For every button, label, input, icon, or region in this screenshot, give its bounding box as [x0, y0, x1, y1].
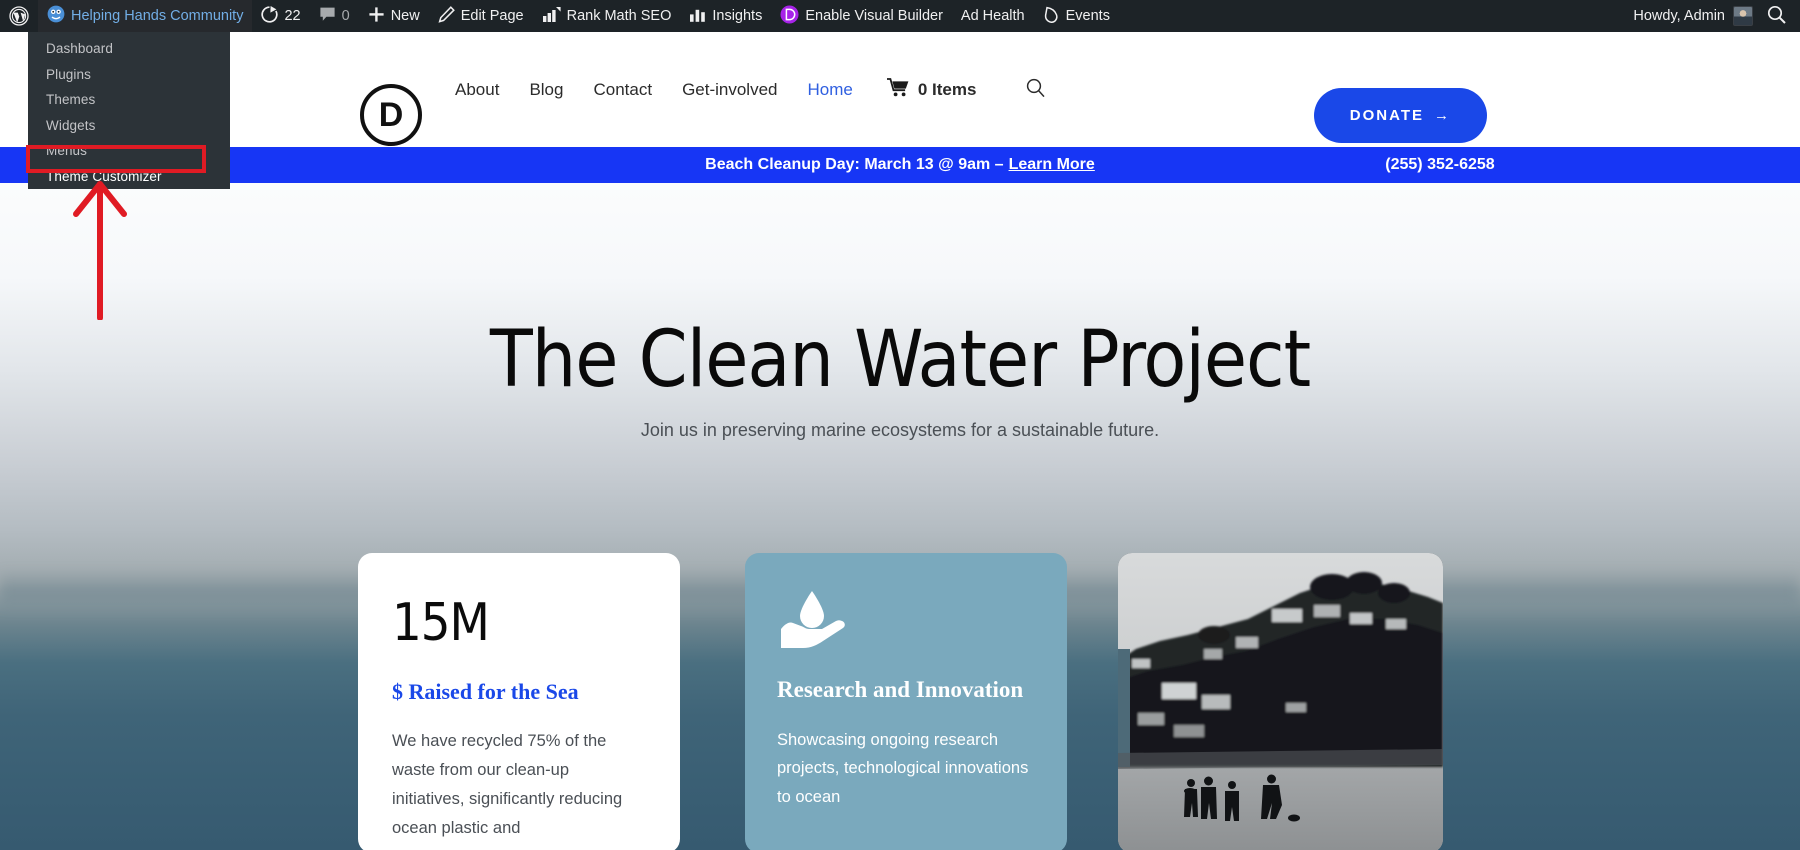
- admin-bar-new-content[interactable]: New: [359, 0, 429, 32]
- stat-body-text: We have recycled 75% of the waste from o…: [392, 732, 623, 837]
- cart-group[interactable]: 0 Items: [886, 77, 977, 102]
- site-header: D About Blog Contact Get-involved Home 0…: [0, 32, 1800, 147]
- page-subtitle: Join us in preserving marine ecosystems …: [640, 420, 1160, 440]
- site-icon: [47, 5, 65, 27]
- wordpress-icon[interactable]: [0, 0, 38, 32]
- announcement-phone[interactable]: (255) 352-6258: [1080, 147, 1800, 183]
- annotation-arrow: [73, 181, 127, 320]
- donate-button-label: DONATE: [1349, 107, 1424, 124]
- feature-cards-row: 15M $ Raised for the Sea We have recycle…: [0, 553, 1800, 850]
- updates-icon: [261, 5, 279, 27]
- admin-bar-site-name-label: Helping Hands Community: [71, 8, 244, 24]
- menu-item-dashboard[interactable]: Dashboard: [28, 36, 230, 62]
- search-icon[interactable]: [1026, 78, 1046, 102]
- events-icon: [1043, 6, 1060, 27]
- rankmath-icon: [542, 6, 561, 27]
- menu-item-widgets[interactable]: Widgets: [28, 113, 230, 139]
- water-drop-hand-icon: [777, 591, 847, 655]
- research-card-title: Research and Innovation: [777, 677, 1024, 702]
- admin-bar-site-name[interactable]: Helping Hands Community: [38, 0, 253, 32]
- shopping-cart-icon[interactable]: [886, 77, 909, 102]
- admin-bar-rank-math[interactable]: Rank Math SEO: [533, 0, 681, 32]
- announcement-bar: Beach Cleanup Day: March 13 @ 9am – Lear…: [0, 147, 1800, 183]
- nav-item-home[interactable]: Home: [808, 80, 853, 100]
- visual-builder-label: Enable Visual Builder: [805, 8, 943, 24]
- admin-bar-right-group: Howdy, Admin: [1623, 5, 1800, 28]
- menu-item-themes[interactable]: Themes: [28, 87, 230, 113]
- menu-item-menus[interactable]: Menus: [28, 138, 230, 164]
- arrow-right-icon: →: [1434, 107, 1451, 124]
- stat-card: 15M $ Raised for the Sea We have recycle…: [358, 553, 680, 850]
- wp-admin-bar: Helping Hands Community 22 0 New Edit Pa…: [0, 0, 1800, 32]
- admin-bar-events[interactable]: Events: [1034, 0, 1119, 32]
- page-title: The Clean Water Project: [489, 315, 1311, 405]
- admin-bar-updates[interactable]: 22: [252, 0, 309, 32]
- stat-label: $ Raised for the Sea: [392, 679, 579, 704]
- comments-count: 0: [341, 8, 350, 24]
- nav-item-about[interactable]: About: [455, 80, 499, 100]
- donate-button[interactable]: DONATE →: [1313, 88, 1487, 143]
- howdy-menu[interactable]: Howdy, Admin: [1623, 6, 1763, 26]
- updates-count: 22: [284, 8, 301, 24]
- cart-item-count: 0 Items: [917, 79, 977, 99]
- howdy-label: Howdy, Admin: [1633, 8, 1725, 24]
- primary-navigation: About Blog Contact Get-involved Home 0 I…: [455, 32, 1046, 147]
- stat-number: 15M: [392, 593, 490, 653]
- admin-bar-dropdown-menu: Dashboard Plugins Themes Widgets Menus T…: [28, 32, 230, 189]
- rank-math-label: Rank Math SEO: [566, 8, 672, 24]
- plus-icon: [368, 6, 385, 27]
- menu-item-plugins[interactable]: Plugins: [28, 62, 230, 88]
- admin-bar-comments[interactable]: 0: [310, 0, 359, 32]
- admin-bar-edit-page[interactable]: Edit Page: [429, 0, 533, 32]
- ad-health-label: Ad Health: [960, 8, 1025, 24]
- admin-bar-insights[interactable]: Insights: [680, 0, 771, 32]
- photo-card: [1118, 553, 1443, 850]
- nav-item-contact[interactable]: Contact: [593, 80, 652, 100]
- new-content-label: New: [390, 8, 420, 24]
- insights-label: Insights: [712, 8, 763, 24]
- announcement-text-label: Beach Cleanup Day: March 13 @ 9am –: [705, 156, 1004, 173]
- site-logo[interactable]: D: [360, 84, 422, 146]
- divi-icon: [780, 5, 799, 28]
- bar-chart-icon: [689, 6, 706, 27]
- edit-page-label: Edit Page: [460, 8, 524, 24]
- nav-item-blog[interactable]: Blog: [529, 80, 563, 100]
- comment-icon: [319, 6, 336, 27]
- admin-bar-search-icon[interactable]: [1763, 5, 1800, 28]
- nav-item-get-involved[interactable]: Get-involved: [682, 80, 777, 100]
- research-card-body: Showcasing ongoing research projects, te…: [777, 730, 1029, 807]
- events-label: Events: [1065, 8, 1110, 24]
- research-card: Research and Innovation Showcasing ongoi…: [745, 553, 1067, 850]
- pencil-icon: [438, 5, 455, 27]
- admin-bar-visual-builder[interactable]: Enable Visual Builder: [771, 0, 952, 32]
- beach-hillside-photo: [1118, 553, 1443, 850]
- admin-bar-ad-health[interactable]: Ad Health: [952, 0, 1034, 32]
- avatar: [1733, 6, 1753, 26]
